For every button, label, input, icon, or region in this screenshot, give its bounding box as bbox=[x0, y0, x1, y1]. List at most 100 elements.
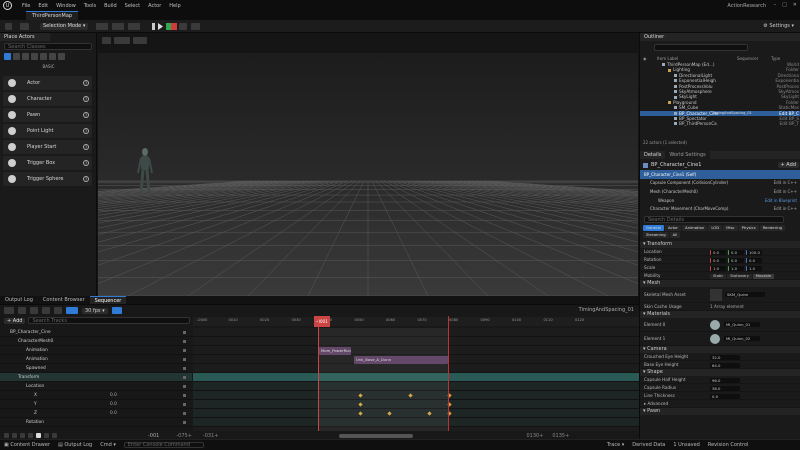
basic-icon[interactable] bbox=[13, 53, 20, 60]
track-row-x[interactable]: X 0.0 bbox=[0, 391, 192, 400]
pawn-section-header[interactable]: ▾ Pawn bbox=[640, 408, 800, 415]
quick-add-icon[interactable] bbox=[96, 23, 108, 30]
viewport-options-icon[interactable] bbox=[102, 37, 111, 44]
filter-all[interactable]: All bbox=[669, 232, 681, 238]
actor-item-player-start[interactable]: Player Start? bbox=[3, 140, 92, 154]
materials-section-header[interactable]: ▾ Materials bbox=[640, 311, 800, 318]
advanced-row[interactable]: ▸ Advanced bbox=[640, 400, 800, 408]
component-edit-link[interactable]: Edit in C++ bbox=[774, 189, 797, 194]
platforms-icon[interactable] bbox=[191, 23, 200, 30]
component-row[interactable]: Weapon Edit in Blueprint bbox=[640, 196, 800, 205]
transform-x-field[interactable]: 0.0 bbox=[710, 257, 726, 263]
menu-build[interactable]: Build bbox=[104, 3, 117, 9]
world-settings-tab[interactable]: World Settings bbox=[665, 151, 710, 159]
trace-button[interactable]: Trace ▾ bbox=[607, 442, 624, 448]
next-key-icon[interactable] bbox=[44, 433, 49, 438]
keyframe-add-icon[interactable] bbox=[183, 376, 186, 379]
minimize-icon[interactable]: – bbox=[774, 2, 777, 8]
visual-effects-icon[interactable] bbox=[40, 53, 47, 60]
component-row[interactable]: Mesh (CharacterMesh0) Edit in C++ bbox=[640, 187, 800, 196]
maximize-icon[interactable]: □ bbox=[782, 2, 787, 8]
help-icon[interactable]: ? bbox=[83, 80, 89, 86]
actor-item-trigger-box[interactable]: Trigger Box? bbox=[3, 156, 92, 170]
menu-select[interactable]: Select bbox=[125, 3, 140, 9]
derived-data-button[interactable]: Derived Data bbox=[632, 442, 665, 448]
track-row-rotation[interactable]: Rotation bbox=[0, 418, 192, 427]
timeline-scrollbar[interactable] bbox=[339, 433, 414, 438]
end-marker[interactable] bbox=[448, 316, 449, 431]
range-start-field[interactable]: -075+ bbox=[176, 433, 192, 439]
revision-control-button[interactable]: Revision Control bbox=[708, 442, 749, 448]
cinematics-icon[interactable] bbox=[128, 23, 140, 30]
filter-misc[interactable]: Misc bbox=[723, 225, 738, 231]
col-item-label[interactable]: Item Label bbox=[657, 56, 737, 61]
playhead-line[interactable] bbox=[318, 316, 319, 431]
help-icon[interactable]: ? bbox=[83, 96, 89, 102]
place-actors-tab[interactable]: Place Actors bbox=[0, 33, 50, 41]
shapes-icon[interactable] bbox=[31, 53, 38, 60]
filter-physics[interactable]: Physics bbox=[738, 225, 759, 231]
view-end-field[interactable]: 0130+ bbox=[526, 433, 543, 439]
cmd-dropdown[interactable]: Cmd ▾ bbox=[100, 442, 116, 448]
level-tab[interactable]: ThirdPersonMap bbox=[26, 11, 79, 20]
transform-section-header[interactable]: ▾ Transform bbox=[640, 241, 800, 248]
volumes-icon[interactable] bbox=[49, 53, 56, 60]
mobility-static[interactable]: Static bbox=[710, 273, 727, 279]
line-thickness-field[interactable]: 0.0 bbox=[710, 393, 740, 399]
material-picker[interactable]: MI_Quinn_01 bbox=[724, 322, 760, 327]
help-icon[interactable]: ? bbox=[83, 128, 89, 134]
recent-icon[interactable] bbox=[4, 53, 11, 60]
outliner-row[interactable]: BP_ThirdPersonCa Edit BP_T bbox=[640, 121, 800, 126]
camera-section-header[interactable]: ▾ Camera bbox=[640, 346, 800, 353]
sequencer-tab[interactable]: Sequencer bbox=[89, 296, 127, 304]
save-sequence-icon[interactable] bbox=[4, 307, 14, 314]
fps-dropdown[interactable]: 30 fps ▾ bbox=[82, 307, 108, 314]
actor-item-pawn[interactable]: Pawn? bbox=[3, 108, 92, 122]
add-track-button[interactable]: + Add bbox=[4, 317, 26, 324]
loop-icon[interactable] bbox=[4, 433, 9, 438]
keyframe-add-icon[interactable] bbox=[183, 340, 186, 343]
shape-section-header[interactable]: ▾ Shape bbox=[640, 369, 800, 376]
level-viewport[interactable] bbox=[98, 33, 638, 296]
stop-icon[interactable] bbox=[171, 23, 177, 30]
menu-help[interactable]: Help bbox=[169, 3, 180, 9]
keyframe-add-icon[interactable] bbox=[183, 421, 186, 424]
keyframe-add-icon[interactable] bbox=[183, 403, 186, 406]
half-height-field[interactable]: 96.0 bbox=[710, 377, 740, 383]
mesh-section-header[interactable]: ▾ Mesh bbox=[640, 280, 800, 287]
find-asset-icon[interactable] bbox=[18, 307, 26, 314]
mobility-stationary[interactable]: Stationary bbox=[727, 273, 752, 279]
close-icon[interactable]: ✕ bbox=[793, 2, 797, 8]
lit-mode-icon[interactable] bbox=[133, 37, 147, 44]
selection-mode-dropdown[interactable]: Selection Mode ▾ bbox=[40, 23, 89, 30]
perspective-icon[interactable] bbox=[114, 37, 130, 44]
help-icon[interactable]: ? bbox=[83, 144, 89, 150]
transform-z-field[interactable]: 1.0 bbox=[746, 265, 762, 271]
col-type[interactable]: Type bbox=[771, 56, 780, 61]
play-pause-icon[interactable] bbox=[152, 23, 155, 30]
jump-start-icon[interactable] bbox=[12, 433, 17, 438]
component-row[interactable]: Character Movement (CharMoveComp) Edit in… bbox=[640, 204, 800, 213]
console-input[interactable]: Enter Console Command bbox=[123, 442, 204, 448]
play-icon[interactable] bbox=[158, 23, 163, 30]
keyframe-add-icon[interactable] bbox=[183, 412, 186, 415]
menu-file[interactable]: File bbox=[22, 3, 30, 9]
lights-icon[interactable] bbox=[22, 53, 29, 60]
transform-x-field[interactable]: 0.0 bbox=[710, 249, 726, 255]
time-ruler[interactable]: -000000100020003000400050006000700080009… bbox=[193, 317, 639, 326]
track-value-field[interactable]: 0.0 bbox=[110, 409, 117, 418]
keyframe-add-icon[interactable] bbox=[183, 367, 186, 370]
output-log-button[interactable]: ▤ Output Log bbox=[58, 442, 92, 448]
help-icon[interactable]: ? bbox=[83, 176, 89, 182]
content-drawer-button[interactable]: ▣ Content Drawer bbox=[4, 442, 50, 448]
help-icon[interactable]: ? bbox=[83, 112, 89, 118]
actor-item-character[interactable]: Character? bbox=[3, 92, 92, 106]
actor-item-point-light[interactable]: Point Light? bbox=[3, 124, 92, 138]
content-browse-icon[interactable] bbox=[20, 23, 29, 30]
mobility-movable[interactable]: Movable bbox=[752, 273, 774, 279]
transform-y-field[interactable]: 0.0 bbox=[728, 257, 744, 263]
content-browser-tab[interactable]: Content Browser bbox=[38, 296, 90, 304]
add-component-button[interactable]: + Add bbox=[777, 162, 799, 168]
menu-edit[interactable]: Edit bbox=[38, 3, 48, 9]
track-value-field[interactable]: 0.0 bbox=[110, 391, 117, 400]
